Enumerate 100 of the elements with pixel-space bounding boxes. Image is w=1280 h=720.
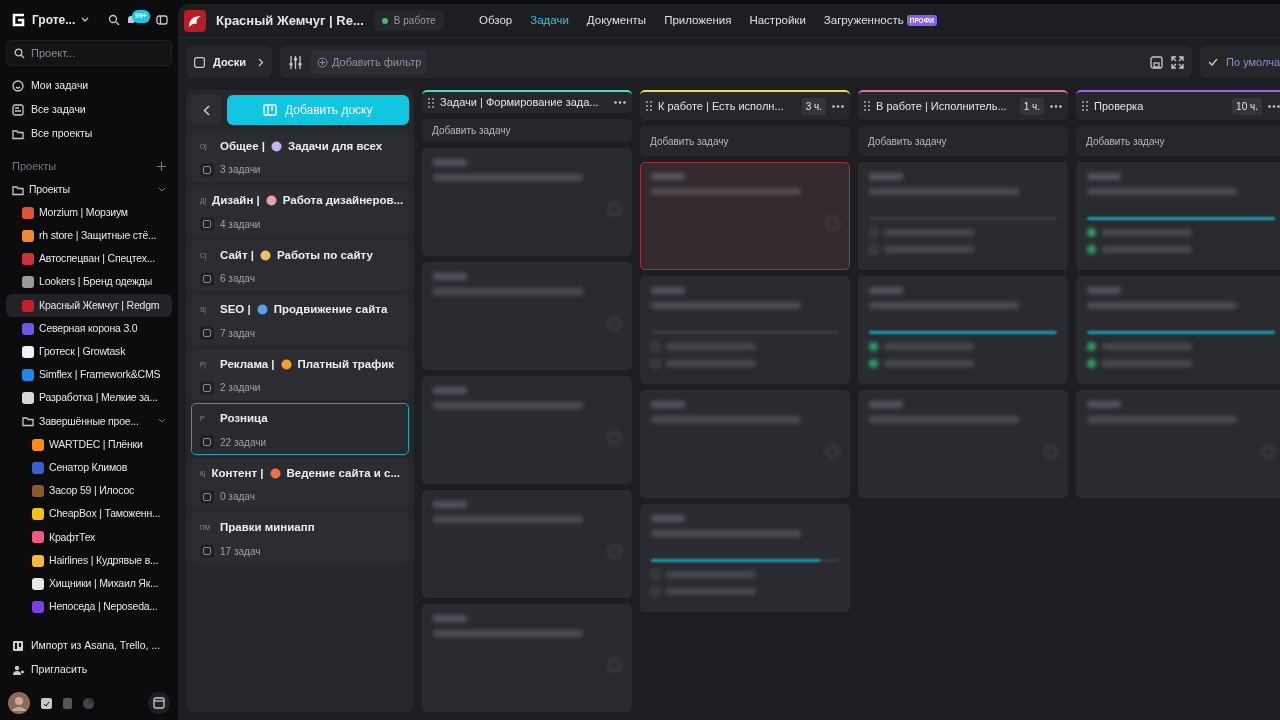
folder-icon <box>12 183 24 196</box>
more-icon[interactable] <box>614 101 626 105</box>
search-icon[interactable] <box>108 14 120 26</box>
task-card[interactable] <box>1076 276 1280 384</box>
chevron-left-icon <box>202 104 210 116</box>
column-header[interactable]: Задачи | Формирование зада... <box>422 90 632 114</box>
task-count: 17 задач <box>220 544 261 559</box>
board-icon <box>200 326 214 340</box>
add-task-button[interactable]: Добавить задачу <box>422 119 632 142</box>
chevron-icon[interactable] <box>158 418 166 425</box>
project-item[interactable]: Гротеск | Growtask <box>6 340 172 364</box>
folder-item[interactable]: Завершённые прое... <box>6 409 172 434</box>
board-name: Правки миниапп <box>220 520 315 536</box>
project-item[interactable]: Разработка | Мелкие за... <box>6 386 172 410</box>
task-count: 3 задачи <box>220 163 261 177</box>
project-item[interactable]: Simflex | Framework&CMS <box>6 363 172 387</box>
boards-button[interactable]: Доски <box>186 46 272 78</box>
board-icon <box>200 544 214 558</box>
project-item[interactable]: Засор 59 | Илосос <box>6 479 172 503</box>
more-icon[interactable] <box>1268 104 1280 108</box>
drag-handle-icon[interactable] <box>1082 101 1088 111</box>
list-icon <box>12 104 24 116</box>
calendar-icon[interactable] <box>148 692 170 714</box>
check-icon[interactable] <box>41 697 52 709</box>
chevron-icon[interactable] <box>158 186 166 193</box>
column-header[interactable]: Проверка 10 ч. <box>1076 90 1280 120</box>
folder-item[interactable]: Проекты <box>6 178 172 202</box>
project-logo[interactable] <box>184 9 206 32</box>
board-icon <box>200 489 214 504</box>
sliders-icon[interactable] <box>288 54 303 70</box>
save-icon[interactable] <box>1150 55 1164 69</box>
workspace-name[interactable]: Гроте... <box>32 11 76 29</box>
chevron-right-icon <box>258 57 264 67</box>
column-title: Задачи | Формирование зада... <box>440 95 600 111</box>
project-item[interactable]: CheapBox | Таможенн... <box>6 502 172 526</box>
board-icon <box>194 56 205 68</box>
column-title: Проверка <box>1094 98 1145 114</box>
column-header[interactable]: В работе | Исполнитель... 1 ч. <box>858 90 1068 120</box>
project-item[interactable]: Сенатор Климов <box>6 456 172 480</box>
nav-item[interactable]: Все задачи <box>6 98 172 122</box>
more-icon[interactable] <box>1050 104 1062 108</box>
task-card[interactable] <box>640 504 850 612</box>
project-item[interactable]: Северная корона 3.0 <box>6 317 172 341</box>
board-icon <box>12 640 24 652</box>
task-card[interactable] <box>858 276 1068 384</box>
project-item[interactable]: Хищники | Михаил Як... <box>6 572 172 596</box>
board-icon <box>200 435 214 449</box>
task-count: 22 задачи <box>220 435 267 450</box>
search-field[interactable]: Проект... <box>6 40 172 66</box>
project-item[interactable]: Hairlines | Кудрявые в... <box>6 549 172 573</box>
nav-item[interactable]: Все проекты <box>6 122 172 146</box>
project-item[interactable]: Красный Жемчуг | Redgm <box>6 293 172 318</box>
avatar[interactable] <box>8 692 30 714</box>
project-item[interactable]: Morzium | Морзиум <box>6 201 172 225</box>
logo[interactable] <box>10 12 26 28</box>
add-task-button[interactable]: Добавить задачу <box>858 126 1068 156</box>
time-estimate: 10 ч. <box>1232 97 1262 115</box>
back-button[interactable] <box>191 95 221 125</box>
project-item[interactable]: КрафтТех <box>6 525 172 549</box>
tab[interactable]: Документы <box>577 11 656 30</box>
project-item[interactable]: Непоседа | Neposeda... <box>6 595 172 619</box>
add-task-button[interactable]: Добавить задачу <box>640 126 850 156</box>
board-name: Работы по сайту <box>276 247 373 263</box>
time-estimate: 1 ч. <box>1019 97 1044 115</box>
footer-link[interactable]: Пригласить <box>6 658 172 682</box>
column-title: В работе | Исполнитель... <box>876 98 1008 114</box>
document-icon[interactable] <box>63 697 72 709</box>
task-count: 0 задач <box>220 490 255 504</box>
add-filter-button[interactable]: Добавить фильтр <box>311 50 428 74</box>
more-icon[interactable] <box>832 104 844 108</box>
plus-circle-icon <box>317 56 328 68</box>
project-item[interactable]: WARTDEC | Плёнки <box>6 433 172 457</box>
drag-handle-icon[interactable] <box>428 97 434 108</box>
column-title: К работе | Есть исполн... <box>658 98 785 114</box>
board-name: Розница <box>220 411 268 427</box>
column-header[interactable]: К работе | Есть исполн... 3 ч. <box>640 90 850 120</box>
time-estimate: 3 ч. <box>801 97 826 115</box>
plus-icon[interactable] <box>157 161 166 171</box>
board-icon <box>200 162 214 177</box>
view-button[interactable]: По умолча <box>1200 46 1280 78</box>
project-item[interactable]: rh store | Защитные стё... <box>6 224 172 248</box>
project-item[interactable]: Lookers | Бренд одежды <box>6 270 172 294</box>
chevron-down-icon[interactable] <box>81 17 90 23</box>
footer-link[interactable]: Импорт из Asana, Trello, ... <box>6 634 172 658</box>
project-title: Красный Жемчуг | Re... <box>216 11 364 30</box>
status-badge[interactable]: В работе <box>373 10 444 31</box>
expand-icon[interactable] <box>1171 55 1185 69</box>
drag-handle-icon[interactable] <box>864 101 870 111</box>
sidebar-toggle-icon[interactable] <box>156 14 168 26</box>
nav-item[interactable]: Мои задачи <box>6 74 172 98</box>
tab[interactable]: Обзор <box>470 11 522 30</box>
drag-handle-icon[interactable] <box>646 101 652 111</box>
project-item[interactable]: Автоспецван | Спецтех... <box>6 247 172 271</box>
task-card[interactable] <box>1076 162 1280 270</box>
board-name: Дизайн | <box>212 193 260 209</box>
tab[interactable]: Настройки <box>740 11 815 30</box>
tab[interactable]: Задачи <box>521 11 578 30</box>
user-plus-icon <box>12 664 24 676</box>
tab[interactable]: Приложения <box>655 11 741 30</box>
add-task-button[interactable]: Добавить задачу <box>1076 126 1280 156</box>
